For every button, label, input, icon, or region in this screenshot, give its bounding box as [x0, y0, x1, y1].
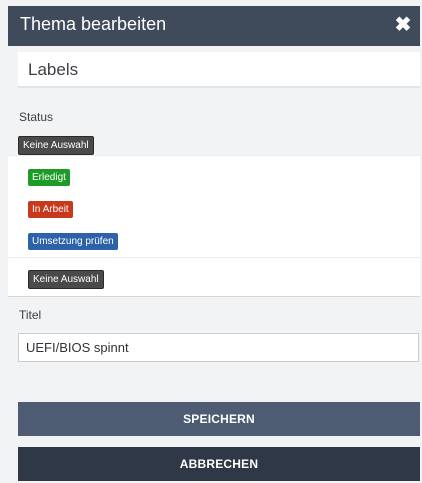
edit-topic-dialog: Thema bearbeiten ✖ Labels Status Keine A… [0, 0, 422, 483]
status-select[interactable]: Keine Auswahl [18, 135, 94, 155]
dialog-title: Thema bearbeiten [20, 14, 167, 34]
status-badge: Erledigt [28, 169, 70, 186]
status-option-umsetzung-pruefen[interactable]: Umsetzung prüfen [28, 231, 118, 250]
status-current-badge[interactable]: Keine Auswahl [18, 136, 94, 155]
status-badge: Keine Auswahl [28, 270, 104, 289]
status-badge: Umsetzung prüfen [28, 233, 118, 250]
save-button[interactable]: SPEICHERN [18, 402, 420, 436]
status-option-in-arbeit[interactable]: In Arbeit [28, 199, 73, 218]
cancel-button[interactable]: ABBRECHEN [18, 447, 420, 481]
close-icon[interactable]: ✖ [392, 14, 414, 36]
dropdown-divider [8, 257, 420, 258]
status-option-erledigt[interactable]: Erledigt [28, 167, 70, 186]
labels-heading: Labels [28, 60, 79, 79]
titel-input[interactable] [18, 333, 419, 362]
dialog-titlebar: Thema bearbeiten ✖ [8, 6, 420, 46]
status-field-label: Status [19, 110, 54, 124]
status-dropdown-list: Erledigt In Arbeit Umsetzung prüfen Kein… [8, 155, 420, 297]
status-option-keine-auswahl[interactable]: Keine Auswahl [28, 269, 104, 289]
titel-field-label: Titel [19, 308, 42, 322]
status-badge: In Arbeit [28, 201, 73, 218]
labels-section-header: Labels [18, 52, 420, 88]
